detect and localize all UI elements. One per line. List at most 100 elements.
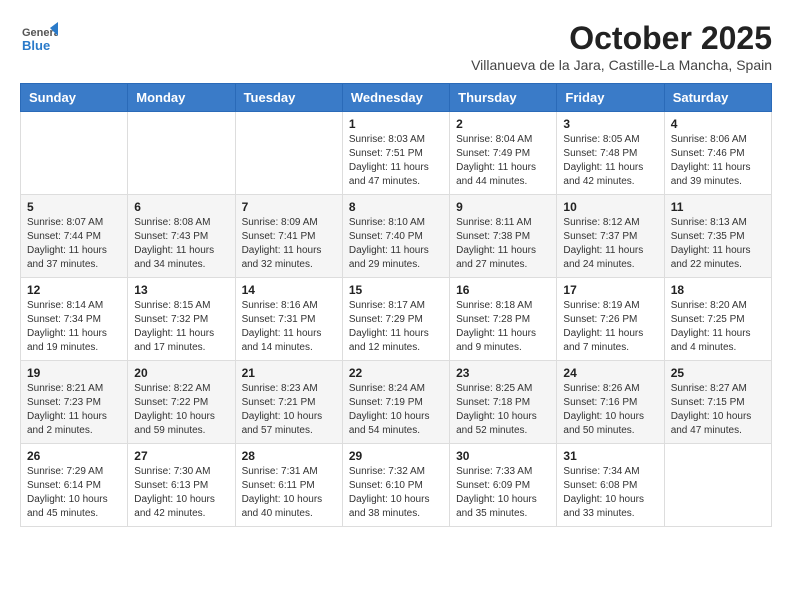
day-info: Sunrise: 8:12 AM Sunset: 7:37 PM Dayligh… xyxy=(563,216,657,272)
day-number: 13 xyxy=(134,283,228,297)
day-number: 3 xyxy=(563,117,657,131)
calendar-cell: 30 Sunrise: 7:33 AM Sunset: 6:09 PM Dayli… xyxy=(450,444,557,527)
day-info: Sunrise: 7:32 AM Sunset: 6:10 PM Dayligh… xyxy=(349,465,443,521)
day-number: 14 xyxy=(242,283,336,297)
calendar-week-row: 5 Sunrise: 8:07 AM Sunset: 7:44 PM Daylig… xyxy=(21,195,772,278)
day-info: Sunrise: 7:34 AM Sunset: 6:08 PM Dayligh… xyxy=(563,465,657,521)
calendar-cell: 16Sunrise: 8:18 AM Sunset: 7:28 PM Dayli… xyxy=(450,278,557,361)
day-info: Sunrise: 8:25 AM Sunset: 7:18 PM Dayligh… xyxy=(456,382,550,438)
day-info: Sunrise: 8:19 AM Sunset: 7:26 PM Dayligh… xyxy=(563,299,657,355)
calendar-cell: 7 Sunrise: 8:09 AM Sunset: 7:41 PM Daylig… xyxy=(235,195,342,278)
calendar-cell: 2 Sunrise: 8:04 AM Sunset: 7:49 PM Daylig… xyxy=(450,112,557,195)
day-number: 17 xyxy=(563,283,657,297)
day-number: 20 xyxy=(134,366,228,380)
calendar-cell: 8Sunrise: 8:10 AM Sunset: 7:40 PM Daylig… xyxy=(342,195,449,278)
calendar-cell: 31 Sunrise: 7:34 AM Sunset: 6:08 PM Dayli… xyxy=(557,444,664,527)
calendar-week-row: 12Sunrise: 8:14 AM Sunset: 7:34 PM Dayli… xyxy=(21,278,772,361)
calendar-title: October 2025 xyxy=(471,20,772,57)
day-info: Sunrise: 8:21 AM Sunset: 7:23 PM Dayligh… xyxy=(27,382,121,438)
calendar-day-header: Saturday xyxy=(664,84,771,112)
calendar-day-header: Monday xyxy=(128,84,235,112)
day-info: Sunrise: 8:16 AM Sunset: 7:31 PM Dayligh… xyxy=(242,299,336,355)
day-number: 5 xyxy=(27,200,121,214)
calendar-cell xyxy=(664,444,771,527)
calendar-day-header: Wednesday xyxy=(342,84,449,112)
calendar-day-header: Friday xyxy=(557,84,664,112)
calendar-day-header: Tuesday xyxy=(235,84,342,112)
calendar-cell: 14 Sunrise: 8:16 AM Sunset: 7:31 PM Dayli… xyxy=(235,278,342,361)
logo-icon: General Blue xyxy=(20,20,58,58)
day-info: Sunrise: 8:24 AM Sunset: 7:19 PM Dayligh… xyxy=(349,382,443,438)
day-info: Sunrise: 8:20 AM Sunset: 7:25 PM Dayligh… xyxy=(671,299,765,355)
calendar-cell: 25Sunrise: 8:27 AM Sunset: 7:15 PM Dayli… xyxy=(664,361,771,444)
page-header: General Blue October 2025 Villanueva de … xyxy=(20,20,772,73)
calendar-cell: 9 Sunrise: 8:11 AM Sunset: 7:38 PM Daylig… xyxy=(450,195,557,278)
day-number: 29 xyxy=(349,449,443,463)
day-info: Sunrise: 8:15 AM Sunset: 7:32 PM Dayligh… xyxy=(134,299,228,355)
calendar-cell: 17 Sunrise: 8:19 AM Sunset: 7:26 PM Dayli… xyxy=(557,278,664,361)
day-number: 1 xyxy=(349,117,443,131)
day-number: 19 xyxy=(27,366,121,380)
calendar-day-header: Thursday xyxy=(450,84,557,112)
calendar-week-row: 26 Sunrise: 7:29 AM Sunset: 6:14 PM Dayli… xyxy=(21,444,772,527)
calendar-cell: 10Sunrise: 8:12 AM Sunset: 7:37 PM Dayli… xyxy=(557,195,664,278)
calendar-cell: 4 Sunrise: 8:06 AM Sunset: 7:46 PM Daylig… xyxy=(664,112,771,195)
day-info: Sunrise: 8:07 AM Sunset: 7:44 PM Dayligh… xyxy=(27,216,121,272)
day-number: 30 xyxy=(456,449,550,463)
day-number: 31 xyxy=(563,449,657,463)
day-number: 2 xyxy=(456,117,550,131)
calendar-cell: 21 Sunrise: 8:23 AM Sunset: 7:21 PM Dayli… xyxy=(235,361,342,444)
calendar-cell: 11Sunrise: 8:13 AM Sunset: 7:35 PM Dayli… xyxy=(664,195,771,278)
calendar-cell: 27 Sunrise: 7:30 AM Sunset: 6:13 PM Dayli… xyxy=(128,444,235,527)
day-info: Sunrise: 8:14 AM Sunset: 7:34 PM Dayligh… xyxy=(27,299,121,355)
day-info: Sunrise: 7:30 AM Sunset: 6:13 PM Dayligh… xyxy=(134,465,228,521)
calendar-cell: 15 Sunrise: 8:17 AM Sunset: 7:29 PM Dayli… xyxy=(342,278,449,361)
calendar-header-row: SundayMondayTuesdayWednesdayThursdayFrid… xyxy=(21,84,772,112)
calendar-cell: 23Sunrise: 8:25 AM Sunset: 7:18 PM Dayli… xyxy=(450,361,557,444)
day-info: Sunrise: 8:03 AM Sunset: 7:51 PM Dayligh… xyxy=(349,133,443,189)
day-number: 8 xyxy=(349,200,443,214)
day-number: 21 xyxy=(242,366,336,380)
day-info: Sunrise: 8:09 AM Sunset: 7:41 PM Dayligh… xyxy=(242,216,336,272)
day-info: Sunrise: 8:05 AM Sunset: 7:48 PM Dayligh… xyxy=(563,133,657,189)
day-info: Sunrise: 8:11 AM Sunset: 7:38 PM Dayligh… xyxy=(456,216,550,272)
day-number: 18 xyxy=(671,283,765,297)
day-info: Sunrise: 8:26 AM Sunset: 7:16 PM Dayligh… xyxy=(563,382,657,438)
day-info: Sunrise: 8:06 AM Sunset: 7:46 PM Dayligh… xyxy=(671,133,765,189)
calendar-week-row: 1 Sunrise: 8:03 AM Sunset: 7:51 PM Daylig… xyxy=(21,112,772,195)
day-number: 6 xyxy=(134,200,228,214)
calendar-subtitle: Villanueva de la Jara, Castille-La Manch… xyxy=(471,57,772,73)
day-info: Sunrise: 8:08 AM Sunset: 7:43 PM Dayligh… xyxy=(134,216,228,272)
day-info: Sunrise: 7:33 AM Sunset: 6:09 PM Dayligh… xyxy=(456,465,550,521)
day-number: 16 xyxy=(456,283,550,297)
title-block: October 2025 Villanueva de la Jara, Cast… xyxy=(471,20,772,73)
day-number: 9 xyxy=(456,200,550,214)
svg-text:Blue: Blue xyxy=(22,38,50,53)
calendar-cell: 12Sunrise: 8:14 AM Sunset: 7:34 PM Dayli… xyxy=(21,278,128,361)
calendar-cell: 26 Sunrise: 7:29 AM Sunset: 6:14 PM Dayli… xyxy=(21,444,128,527)
day-number: 24 xyxy=(563,366,657,380)
calendar-cell: 20 Sunrise: 8:22 AM Sunset: 7:22 PM Dayli… xyxy=(128,361,235,444)
day-info: Sunrise: 8:22 AM Sunset: 7:22 PM Dayligh… xyxy=(134,382,228,438)
day-number: 27 xyxy=(134,449,228,463)
day-number: 26 xyxy=(27,449,121,463)
calendar-cell: 22 Sunrise: 8:24 AM Sunset: 7:19 PM Dayli… xyxy=(342,361,449,444)
day-number: 4 xyxy=(671,117,765,131)
calendar-cell: 5 Sunrise: 8:07 AM Sunset: 7:44 PM Daylig… xyxy=(21,195,128,278)
day-info: Sunrise: 8:23 AM Sunset: 7:21 PM Dayligh… xyxy=(242,382,336,438)
calendar-cell: 18 Sunrise: 8:20 AM Sunset: 7:25 PM Dayli… xyxy=(664,278,771,361)
calendar-cell: 19 Sunrise: 8:21 AM Sunset: 7:23 PM Dayli… xyxy=(21,361,128,444)
calendar-cell: 3 Sunrise: 8:05 AM Sunset: 7:48 PM Daylig… xyxy=(557,112,664,195)
day-number: 22 xyxy=(349,366,443,380)
day-info: Sunrise: 8:04 AM Sunset: 7:49 PM Dayligh… xyxy=(456,133,550,189)
calendar-cell xyxy=(235,112,342,195)
day-number: 15 xyxy=(349,283,443,297)
calendar-cell: 1 Sunrise: 8:03 AM Sunset: 7:51 PM Daylig… xyxy=(342,112,449,195)
logo: General Blue xyxy=(20,20,58,58)
day-number: 7 xyxy=(242,200,336,214)
day-info: Sunrise: 8:17 AM Sunset: 7:29 PM Dayligh… xyxy=(349,299,443,355)
day-info: Sunrise: 8:13 AM Sunset: 7:35 PM Dayligh… xyxy=(671,216,765,272)
day-number: 28 xyxy=(242,449,336,463)
calendar-cell: 28Sunrise: 7:31 AM Sunset: 6:11 PM Dayli… xyxy=(235,444,342,527)
day-info: Sunrise: 7:29 AM Sunset: 6:14 PM Dayligh… xyxy=(27,465,121,521)
